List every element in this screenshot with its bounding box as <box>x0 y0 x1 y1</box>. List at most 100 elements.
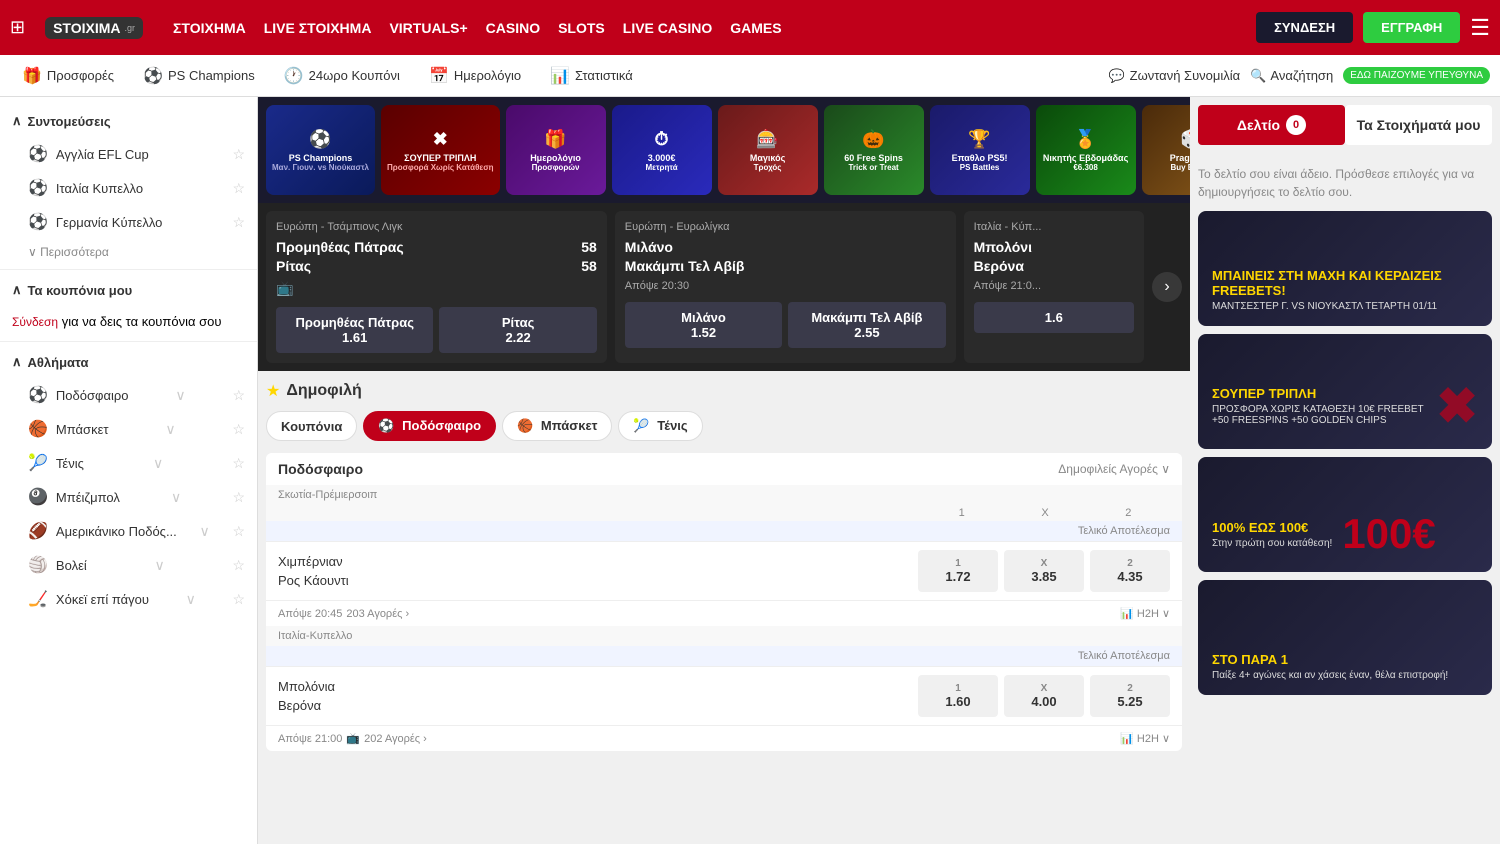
grid-icon[interactable]: ⊞ <box>10 17 25 38</box>
league-name: Ευρώπη - Ευρωλίγκα <box>625 221 946 233</box>
coupons-header[interactable]: ∧ Τα κουπόνια μου <box>0 274 257 306</box>
sport-hockey[interactable]: 🏒 Χόκεϊ επί πάγου ∨ ☆ <box>0 582 257 616</box>
tab-basketball[interactable]: 🏀 Μπάσκετ <box>502 411 612 441</box>
promo-card-6[interactable]: 🏆 Επαθλο PS5! PS Battles <box>930 105 1030 195</box>
search-button[interactable]: 🔍 Αναζήτηση <box>1250 68 1333 84</box>
logo-area[interactable]: STOIXIMA .gr <box>45 17 143 39</box>
tab-coupons[interactable]: Κουπόνια <box>266 411 357 441</box>
bet-team2-button[interactable]: Ρίτας 2.22 <box>439 307 596 353</box>
sport-american-football[interactable]: 🏈 Αμερικάνικο Ποδός... ∨ ☆ <box>0 514 257 548</box>
hamburger-icon[interactable]: ☰ <box>1470 15 1490 41</box>
nav-ps-label: PS Champions <box>168 68 255 83</box>
odd-x-btn[interactable]: X 4.00 <box>1004 675 1084 717</box>
chevron-down-icon: ∨ <box>1162 607 1170 620</box>
betslip-tab[interactable]: Δελτίο 0 <box>1198 105 1345 145</box>
live-chat-button[interactable]: 💬 Ζωντανή Συνομιλία <box>1108 68 1240 84</box>
shortcuts-header[interactable]: ∧ Συντομεύσεις <box>0 105 257 137</box>
chart-icon: 📊 <box>1120 607 1134 620</box>
markets-link[interactable]: 203 Αγορές › <box>346 608 409 620</box>
login-link[interactable]: Σύνδεση <box>12 315 58 329</box>
chevron-right-icon: › <box>423 733 427 745</box>
banner-1-desc: ΠΡΟΣΦΟΡΑ ΧΩΡΙΣ ΚΑΤΑΘΕΣΗ 10€ FREEBET +50 … <box>1212 404 1426 426</box>
shortcut-italia[interactable]: ⚽ Ιταλία Κυπελλο ☆ <box>0 171 257 205</box>
star-icon: ☆ <box>232 489 245 506</box>
bet-buttons: Προμηθέας Πάτρας 1.61 Ρίτας 2.22 <box>276 307 597 353</box>
promo-banner-1[interactable]: ΣΟΥΠΕΡ ΤΡΙΠΛΗ ΠΡΟΣΦΟΡΑ ΧΩΡΙΣ ΚΑΤΑΘΕΣΗ 10… <box>1198 334 1492 449</box>
bet-maccabi-button[interactable]: Μακάμπι Τελ Αβίβ 2.55 <box>788 302 945 348</box>
promo-card-8[interactable]: 🎲 Pragmatic Buy Bonus <box>1142 105 1190 195</box>
bet-team2-label: Μακάμπι Τελ Αβίβ <box>811 310 922 325</box>
promo-card-5[interactable]: 🎃 60 Free Spins Trick or Treat <box>824 105 924 195</box>
bet-bolonia-button[interactable]: 1.6 <box>974 302 1134 333</box>
banner-3-title: ΣΤΟ ΠΑΡΑ 1 <box>1212 652 1478 667</box>
sport-volleyball-label: Βολεί <box>56 558 87 573</box>
odd-1-btn[interactable]: 1 1.72 <box>918 550 998 592</box>
nav-games[interactable]: GAMES <box>730 20 781 36</box>
chevron-down-icon: ∨ <box>28 245 37 259</box>
team2: Βερόνα <box>974 258 1024 274</box>
col-headers: 1 X 2 <box>266 505 1182 521</box>
sports-header[interactable]: ∧ Αθλήματα <box>0 346 257 378</box>
h2h-link-1[interactable]: 📊 H2H ∨ <box>1120 607 1170 620</box>
odd-2-btn[interactable]: 2 5.25 <box>1090 675 1170 717</box>
odd-x-btn[interactable]: X 3.85 <box>1004 550 1084 592</box>
tab-basketball-label: Μπάσκετ <box>541 418 598 433</box>
nav-stoixima[interactable]: ΣΤΟΙΧΗΜΑ <box>173 20 246 36</box>
shortcut-germany[interactable]: ⚽ Γερμανία Κύπελλο ☆ <box>0 205 257 239</box>
sport-basketball[interactable]: 🏀 Μπάσκετ ∨ ☆ <box>0 412 257 446</box>
my-bets-tab[interactable]: Τα Στοιχήματά μου <box>1345 105 1492 145</box>
promo-banner-3[interactable]: ΣΤΟ ΠΑΡΑ 1 Παίξε 4+ αγώνες και αν χάσεις… <box>1198 580 1492 695</box>
promo-card-3[interactable]: ⏱ 3.000€ Μετρητά <box>612 105 712 195</box>
promo-label: 3.000€ <box>648 153 676 163</box>
markets-link[interactable]: 202 Αγορές › <box>364 733 427 745</box>
nav-slots[interactable]: SLOTS <box>558 20 605 36</box>
promo-icon: 🎰 <box>756 129 778 150</box>
tab-tennis[interactable]: 🎾 Τένις <box>618 411 702 441</box>
tv-icon[interactable]: 📺 <box>276 280 293 296</box>
nav-virtuals[interactable]: VIRTUALS+ <box>389 20 467 36</box>
banner-1-title: ΣΟΥΠΕΡ ΤΡΙΠΛΗ <box>1212 386 1426 401</box>
more-shortcuts[interactable]: ∨ Περισσότερα <box>0 239 257 265</box>
nav-ps-champions[interactable]: ⚽ PS Champions <box>131 60 267 92</box>
sport-football[interactable]: ⚽ Ποδόσφαιρο ∨ ☆ <box>0 378 257 412</box>
nav-casino[interactable]: CASINO <box>486 20 540 36</box>
match-info-1: Χιμπέρνιαν Ρος Κάουντι <box>278 552 918 591</box>
sport-volleyball[interactable]: 🏐 Βολεί ∨ ☆ <box>0 548 257 582</box>
nav-statistics[interactable]: 📊 Στατιστικά <box>538 60 645 92</box>
sport-tennis[interactable]: 🎾 Τένις ∨ ☆ <box>0 446 257 480</box>
promo-banner-2[interactable]: 100% ΕΩΣ 100€ Στην πρώτη σου κατάθεση! 1… <box>1198 457 1492 572</box>
promo-card-1[interactable]: ✖ ΣΟΥΠΕΡ ΤΡΙΠΛΗ Προσφορά Χωρίς Κατάθεση <box>381 105 500 195</box>
register-button[interactable]: ΕΓΓΡΑΦΗ <box>1363 12 1460 43</box>
team-row-1: Μπολόνι <box>974 239 1134 255</box>
tab-football[interactable]: ⚽ Ποδόσφαιρο <box>363 411 496 441</box>
promo-sublabel: Προσφορά Χωρίς Κατάθεση <box>387 163 494 172</box>
sport-baseball[interactable]: 🎱 Μπέιζμπολ ∨ ☆ <box>0 480 257 514</box>
promo-sublabel: Μετρητά <box>645 163 677 172</box>
odd-1-btn[interactable]: 1 1.60 <box>918 675 998 717</box>
odd-2-btn[interactable]: 2 4.35 <box>1090 550 1170 592</box>
nav-24h-coupon[interactable]: 🕐 24ωρο Κουπόνι <box>272 60 412 92</box>
popular-markets-dropdown[interactable]: Δημοφιλείς Αγορές ∨ <box>1058 462 1170 476</box>
promo-card-7[interactable]: 🏅 Νικητής Εβδομάδας €6.308 <box>1036 105 1136 195</box>
h2h-link-2[interactable]: 📊 H2H ∨ <box>1120 732 1170 745</box>
odd-1-value: 1.60 <box>945 694 970 709</box>
odd-2-value: 5.25 <box>1117 694 1142 709</box>
bet-milano-button[interactable]: Μιλάνο 1.52 <box>625 302 782 348</box>
sport-tennis-label: Τένις <box>56 456 84 471</box>
banner-2-title: 100% ΕΩΣ 100€ <box>1212 520 1332 535</box>
sport-tabs: Κουπόνια ⚽ Ποδόσφαιρο 🏀 Μπάσκετ 🎾 Τένις <box>266 411 1182 441</box>
nav-offers[interactable]: 🎁 Προσφορές <box>10 60 126 92</box>
nav-live-casino[interactable]: LIVE CASINO <box>623 20 712 36</box>
nav-calendar[interactable]: 📅 Ημερολόγιο <box>417 60 533 92</box>
shortcut-efl[interactable]: ⚽ Αγγλία EFL Cup ☆ <box>0 137 257 171</box>
baseball-icon: 🎱 <box>28 487 48 507</box>
promo-banner-0[interactable]: ΜΠΑΙΝΕΙΣ ΣΤΗ ΜΑΧΗ ΚΑΙ ΚΕΡΔΙΖΕΙΣ FREEBETS… <box>1198 211 1492 326</box>
live-next-arrow[interactable]: › <box>1152 272 1182 302</box>
promo-card-0[interactable]: ⚽ PS Champions Μαν. Γιουν. vs Νιούκαστλ <box>266 105 375 195</box>
nav-live-stoixima[interactable]: LIVE ΣΤΟΙΧΗΜΑ <box>264 20 372 36</box>
promo-icon: 🏅 <box>1074 129 1096 150</box>
promo-card-4[interactable]: 🎰 Μαγικός Τροχός <box>718 105 818 195</box>
login-button[interactable]: ΣΥΝΔΕΣΗ <box>1256 12 1353 43</box>
promo-card-2[interactable]: 🎁 Ημερολόγιο Προσφορών <box>506 105 606 195</box>
bet-team1-button[interactable]: Προμηθέας Πάτρας 1.61 <box>276 307 433 353</box>
